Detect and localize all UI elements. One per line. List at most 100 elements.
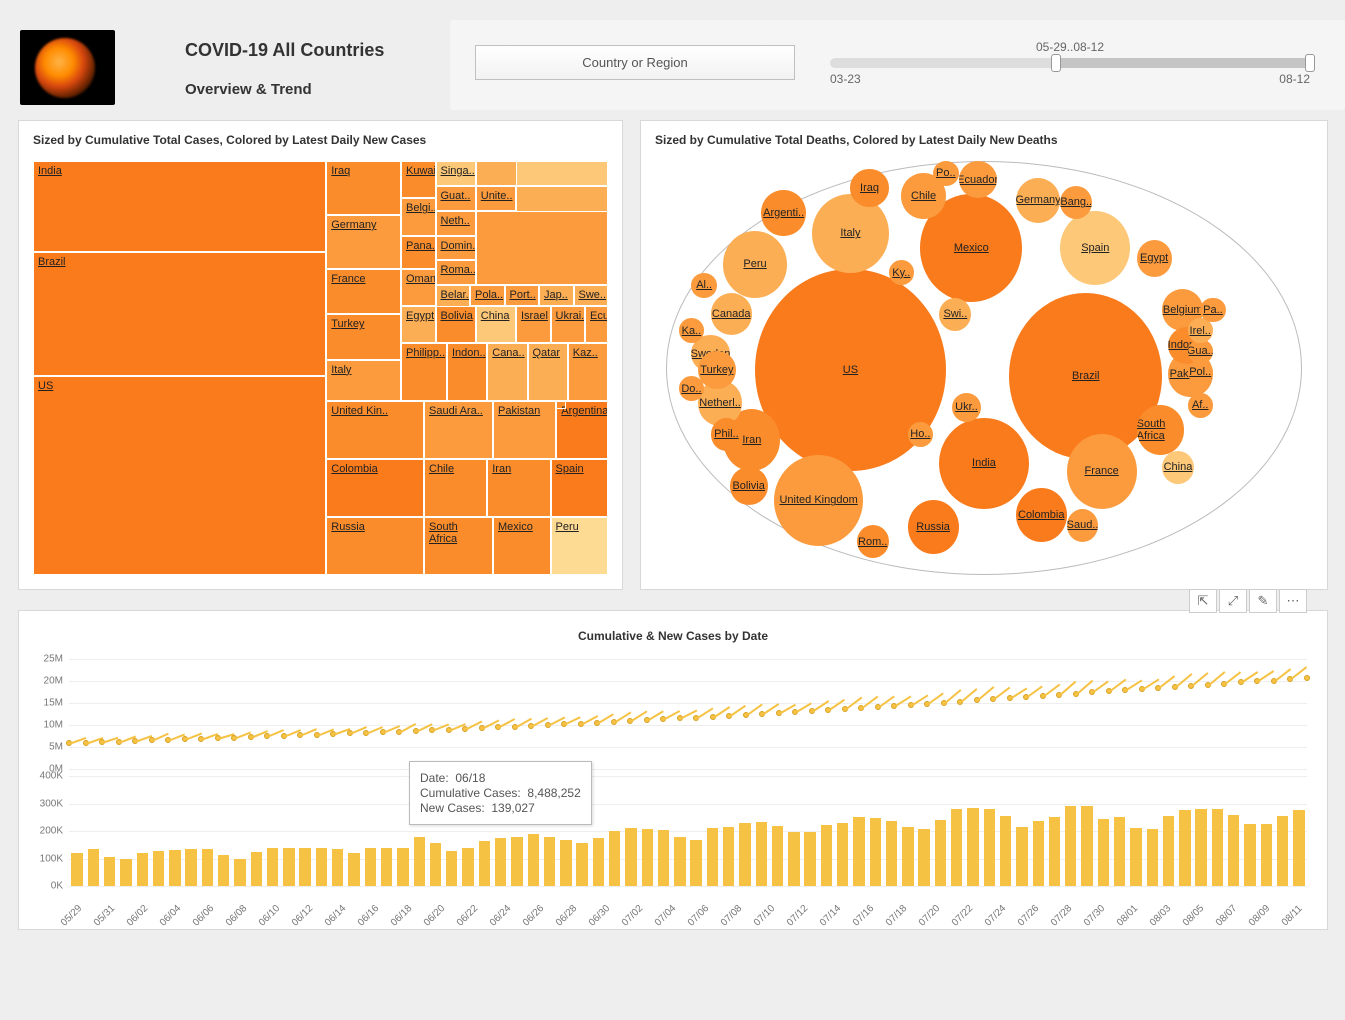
treemap-cell[interactable]: Israel — [516, 306, 551, 343]
bar[interactable] — [430, 843, 441, 886]
treemap-cell[interactable]: Iran — [487, 459, 550, 517]
bar[interactable] — [120, 859, 131, 887]
bar[interactable] — [348, 853, 359, 886]
treemap-cell[interactable]: Unite.. — [476, 186, 516, 211]
bubble[interactable]: Germany — [1016, 178, 1061, 224]
bar[interactable] — [397, 848, 408, 886]
bar[interactable] — [609, 831, 620, 886]
bubble[interactable]: Egypt — [1137, 240, 1172, 277]
bar[interactable] — [153, 851, 164, 886]
bubble[interactable]: Af.. — [1188, 393, 1213, 418]
bubble[interactable]: Bang.. — [1060, 186, 1092, 219]
bar[interactable] — [479, 841, 490, 886]
bar[interactable] — [1098, 819, 1109, 886]
bar[interactable] — [1179, 810, 1190, 886]
bar[interactable] — [1147, 829, 1158, 886]
bubble[interactable]: Phil.. — [711, 418, 743, 451]
bubble[interactable]: Turkey — [698, 351, 736, 388]
bar[interactable] — [1163, 816, 1174, 886]
export-icon[interactable]: ⇱ — [1189, 589, 1217, 613]
treemap-cell[interactable]: Russia — [326, 517, 424, 575]
bar[interactable] — [642, 829, 653, 886]
treemap-cell[interactable]: Bangla.. — [556, 401, 566, 409]
bar[interactable] — [1081, 806, 1092, 886]
line-plot[interactable] — [69, 659, 1307, 769]
bar[interactable] — [1049, 817, 1060, 886]
bubble[interactable]: Colombia — [1016, 488, 1067, 542]
treemap-cell[interactable]: India — [33, 161, 326, 252]
slider-track[interactable] — [830, 58, 1310, 68]
bar[interactable] — [837, 823, 848, 886]
bubble[interactable]: Iraq — [850, 169, 888, 206]
bar[interactable] — [967, 808, 978, 886]
treemap-cell[interactable]: Ukrai.. — [551, 306, 586, 343]
treemap-cell[interactable]: Neth.. — [436, 211, 476, 236]
bubble[interactable]: Po.. — [933, 161, 958, 186]
edit-icon[interactable]: ✎ — [1249, 589, 1277, 613]
treemap-cell[interactable]: China — [476, 306, 516, 343]
treemap-cell[interactable]: Italy — [326, 360, 401, 401]
bubble[interactable]: Italy — [812, 194, 888, 273]
treemap-cell[interactable]: Egypt — [401, 306, 436, 343]
bar[interactable] — [1195, 809, 1206, 886]
treemap-cell[interactable]: Port.. — [505, 285, 540, 306]
line-point[interactable] — [1304, 675, 1310, 681]
treemap-cell[interactable]: Qatar — [528, 343, 568, 401]
slider-handle-end[interactable] — [1305, 54, 1315, 72]
bubble-chart[interactable]: US Brazil Mexico India United Kingdom It… — [666, 161, 1302, 575]
bar[interactable] — [267, 848, 278, 886]
slider-handle-start[interactable] — [1051, 54, 1061, 72]
treemap-tiny-cells[interactable] — [476, 211, 608, 286]
treemap-cell[interactable]: Guat.. — [436, 186, 476, 211]
bar[interactable] — [707, 828, 718, 886]
bar[interactable] — [560, 840, 571, 886]
bar[interactable] — [365, 848, 376, 887]
bar[interactable] — [1212, 809, 1223, 886]
bar[interactable] — [511, 837, 522, 887]
bar[interactable] — [951, 809, 962, 886]
treemap-cell[interactable]: Saudi Ara.. — [424, 401, 493, 459]
treemap-cell[interactable]: Spain — [551, 459, 609, 517]
fullscreen-icon[interactable]: ⤢ — [1219, 589, 1247, 613]
treemap-cell[interactable]: Peru — [551, 517, 609, 575]
bubble[interactable]: Bolivia — [730, 467, 768, 504]
treemap-cell[interactable]: US — [33, 376, 326, 575]
bar[interactable] — [1244, 824, 1255, 886]
bar[interactable] — [902, 827, 913, 886]
bubble[interactable]: Canada — [711, 293, 752, 334]
country-dropdown[interactable]: Country or Region — [475, 45, 795, 80]
treemap-cell[interactable]: Jap.. — [539, 285, 574, 306]
bar[interactable] — [1065, 806, 1076, 886]
bar[interactable] — [218, 855, 229, 886]
bubble[interactable]: India — [939, 418, 1028, 509]
bubble[interactable]: United Kingdom — [774, 455, 863, 546]
bubble[interactable]: Rom.. — [857, 525, 889, 558]
bar[interactable] — [1000, 816, 1011, 886]
treemap-cell[interactable]: Chile — [424, 459, 487, 517]
bar[interactable] — [723, 827, 734, 886]
bar[interactable] — [71, 853, 82, 886]
bar[interactable] — [1293, 810, 1304, 886]
bar[interactable] — [169, 850, 180, 886]
bar[interactable] — [935, 820, 946, 886]
bubble[interactable]: Argenti.. — [761, 190, 806, 236]
treemap-cell[interactable]: Brazil — [33, 252, 326, 376]
treemap-cell[interactable]: France — [326, 269, 401, 315]
bubble[interactable]: Ukr.. — [952, 393, 981, 422]
treemap-cell[interactable]: Kaz.. — [568, 343, 608, 401]
bar[interactable] — [544, 837, 555, 886]
bubble[interactable]: Ky.. — [889, 260, 914, 285]
treemap-cell[interactable]: Belgi.. — [401, 198, 436, 235]
bubble[interactable]: Ecuador — [959, 161, 997, 198]
treemap-cell[interactable]: Pakistan — [493, 401, 556, 459]
bar[interactable] — [984, 809, 995, 886]
more-icon[interactable]: ⋯ — [1279, 589, 1307, 613]
bar-plot[interactable] — [69, 776, 1307, 886]
treemap-cell[interactable]: Mexico — [493, 517, 551, 575]
treemap-cell[interactable]: Domin.. — [436, 236, 476, 261]
treemap-tiny-cells[interactable] — [516, 161, 608, 186]
treemap-cell[interactable]: Turkey — [326, 314, 401, 360]
bar[interactable] — [316, 848, 327, 886]
bubble[interactable]: Russia — [908, 500, 959, 554]
bar[interactable] — [88, 849, 99, 886]
